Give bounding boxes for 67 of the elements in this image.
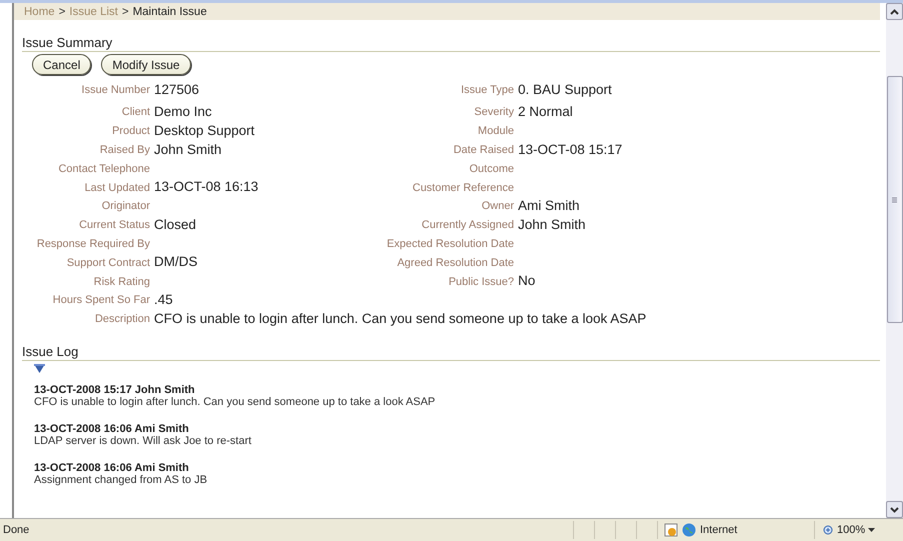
field-value: Ami Smith [518, 196, 581, 215]
field-value: CFO is unable to login after lunch. Can you send someone up to take a look ASAP [154, 310, 648, 328]
modify-button[interactable]: Modify Issue [101, 54, 191, 75]
field-label: Severity [474, 106, 514, 118]
field-value: 2 Normal [518, 103, 574, 121]
field-label: Outcome [469, 162, 514, 175]
breadcrumb-separator: > [122, 6, 129, 18]
field-label: Public Issue? [448, 276, 514, 288]
field-value: .45 [154, 290, 174, 309]
field-value: No [518, 272, 536, 290]
field-value: DM/DS [154, 253, 198, 272]
caret-up-icon [890, 8, 899, 14]
security-icon [664, 523, 678, 537]
globe-icon [682, 523, 696, 537]
field-value: 0. BAU Support [518, 81, 613, 100]
field-label: Product [112, 125, 150, 138]
field-label: Agreed Resolution Date [397, 256, 514, 269]
field-value: Closed [154, 216, 198, 234]
vertical-scrollbar[interactable] [886, 3, 903, 518]
log-entry-text: CFO is unable to login after lunch. Can you send someone up to take a look ASAP [34, 396, 436, 408]
cancel-button[interactable]: Cancel [32, 54, 92, 75]
field-value: 13-OCT-08 15:17 [518, 140, 624, 159]
caret-down-icon [890, 506, 899, 512]
scroll-up-button[interactable] [886, 3, 903, 20]
zoom-icon[interactable] [823, 524, 834, 536]
zoom-level[interactable]: 100% [837, 524, 866, 536]
field-label: Current Status [79, 219, 150, 232]
section-title: Issue Log [22, 344, 78, 359]
field-label: Originator [102, 200, 150, 212]
field-label: Date Raised [453, 144, 514, 156]
log-entry-text: LDAP server is down. Will ask Joe to re-start [34, 434, 252, 447]
field-label: Expected Resolution Date [386, 238, 514, 250]
zone-text: Internet [700, 524, 738, 536]
field-label: Owner [482, 200, 514, 212]
field-label: Risk Rating [94, 276, 150, 288]
field-value: John Smith [518, 216, 587, 234]
scroll-thumb[interactable] [886, 76, 902, 323]
field-label: Client [122, 106, 150, 118]
field-label: Hours Spent So Far [52, 294, 150, 306]
field-label: Module [478, 125, 514, 138]
dropdown-icon[interactable] [868, 528, 876, 532]
field-label: Response Required By [36, 238, 150, 250]
field-label: Issue Type [461, 83, 514, 98]
log-entry-header: 13-OCT-2008 16:06 Ami Smith [34, 462, 190, 474]
field-label: Last Updated [84, 182, 150, 194]
log-entry-text: Assignment changed from AS to JB [34, 474, 208, 486]
status-text: Done [2, 524, 30, 536]
field-value: John Smith [154, 140, 223, 159]
scroll-down-button[interactable] [886, 501, 903, 518]
sort-icon[interactable] [34, 364, 45, 374]
section-title: Issue Summary [22, 35, 112, 50]
field-label: Issue Number [82, 83, 150, 98]
log-entry-header: 13-OCT-2008 15:17 John Smith [34, 384, 196, 396]
field-label: Description [94, 313, 150, 326]
field-value: Demo Inc [154, 103, 213, 121]
field-value: 13-OCT-08 16:13 [154, 178, 260, 196]
grip-icon [892, 196, 897, 202]
current-page-text: Maintain Issue [132, 6, 207, 18]
log-entry-header: 13-OCT-2008 16:06 Ami Smith [34, 422, 190, 435]
field-label: Contact Telephone [58, 162, 150, 175]
breadcrumb-separator: > [58, 6, 66, 18]
field-label: Currently Assigned [422, 219, 514, 232]
field-value: 127506 [154, 81, 200, 100]
field-label: Customer Reference [412, 182, 514, 194]
field-label: Raised By [100, 144, 150, 156]
field-value: Desktop Support [154, 122, 256, 140]
field-label: Support Contract [66, 256, 150, 269]
